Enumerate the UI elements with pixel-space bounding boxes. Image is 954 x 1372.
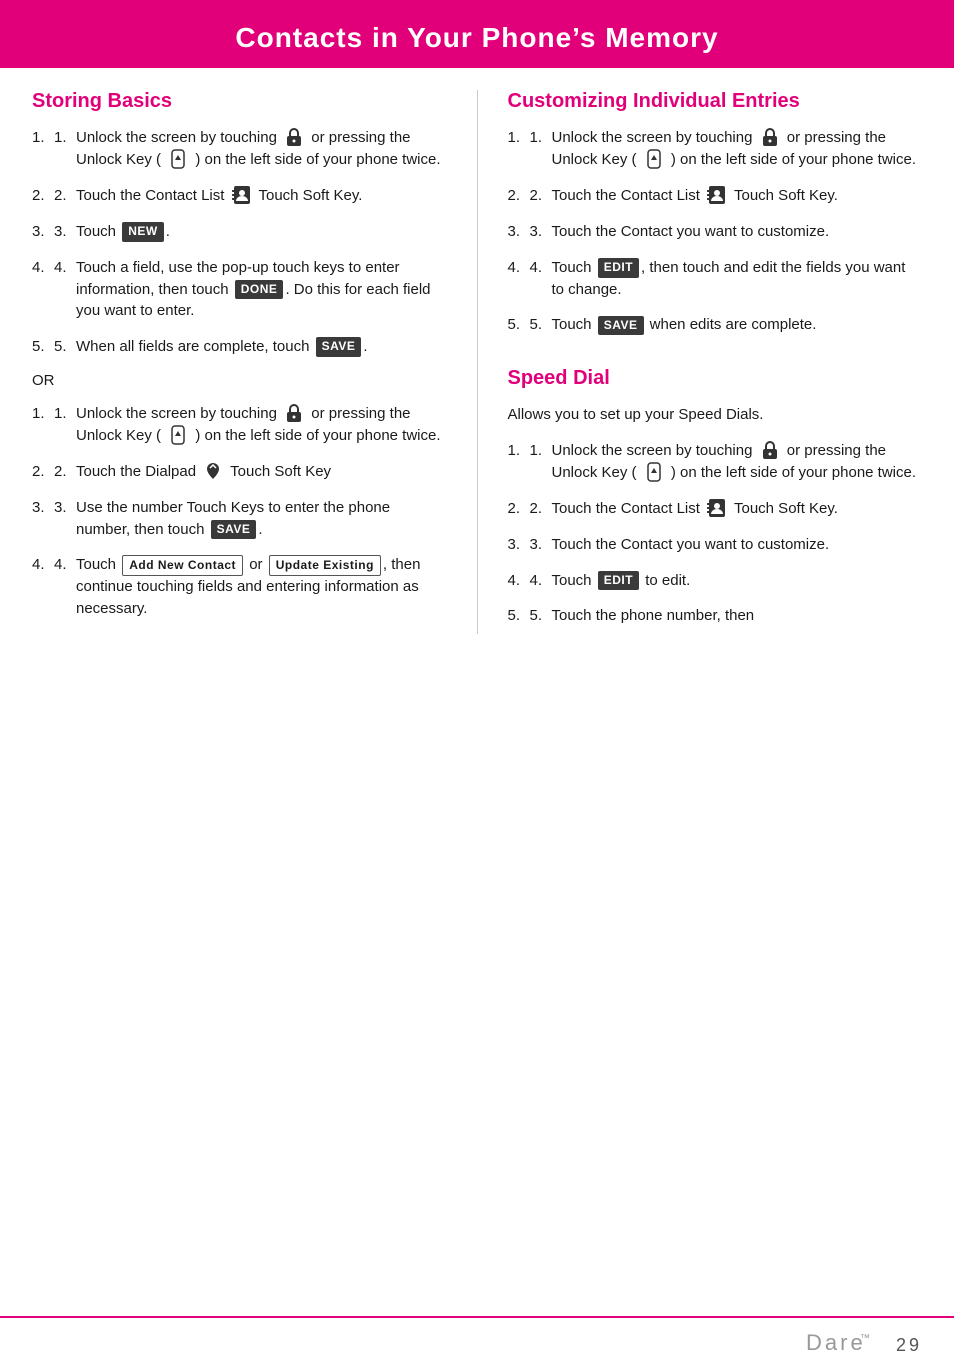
page-number: 29 [896, 1335, 922, 1356]
or-divider: OR [32, 372, 447, 389]
list-item: 5. When all fields are complete, touch S… [32, 336, 447, 358]
list-item: 3. Touch the Contact you want to customi… [508, 534, 923, 556]
list-item: 3. Use the number Touch Keys to enter th… [32, 497, 447, 541]
logo-text: Dare ™ [806, 1328, 876, 1362]
lock-icon [759, 126, 781, 148]
list-item: 2. Touch the Dialpad Touch Soft Key [32, 461, 447, 483]
customizing-list: 1. Unlock the screen by touching or pres… [508, 127, 923, 336]
page-footer: Dare ™ 29 [0, 1316, 954, 1372]
list-item: 2. Touch the Contact List Touch Soft Key… [508, 185, 923, 207]
dialpad-icon [202, 460, 224, 482]
list-item: 4. Touch a field, use the pop-up touch k… [32, 257, 447, 322]
page-header: Contacts in Your Phone’s Memory [0, 4, 954, 68]
storing-basics-title: Storing Basics [32, 90, 447, 113]
contact-list-icon [706, 497, 728, 519]
unlock-key-icon [167, 424, 189, 446]
edit-button-label: EDIT [598, 258, 639, 277]
update-existing-label: Update Existing [269, 555, 381, 576]
list-item: 5. Touch SAVE when edits are complete. [508, 314, 923, 336]
list-item: 1. Unlock the screen by touching or pres… [508, 127, 923, 171]
storing-basics-alt-list: 1. Unlock the screen by touching or pres… [32, 403, 447, 620]
list-item: 1. Unlock the screen by touching or pres… [508, 440, 923, 484]
list-item: 4. Touch Add New Contact or Update Exist… [32, 554, 447, 619]
lock-icon [759, 439, 781, 461]
new-button-label: NEW [122, 222, 164, 241]
save-button-label: SAVE [598, 316, 644, 335]
speed-dial-list: 1. Unlock the screen by touching or pres… [508, 440, 923, 627]
content-area: Storing Basics 1. Unlock the screen by t… [0, 68, 954, 681]
edit-button-label: EDIT [598, 571, 639, 590]
save-button-label: SAVE [316, 337, 362, 356]
list-item: 1. Unlock the screen by touching or pres… [32, 127, 447, 171]
contact-list-icon [231, 184, 253, 206]
unlock-key-icon [643, 461, 665, 483]
storing-basics-list: 1. Unlock the screen by touching or pres… [32, 127, 447, 358]
list-item: 2. Touch the Contact List Touch Soft Key… [508, 498, 923, 520]
right-column: Customizing Individual Entries 1. Unlock… [478, 90, 923, 641]
list-item: 5. Touch the phone number, then [508, 605, 923, 627]
left-column: Storing Basics 1. Unlock the screen by t… [32, 90, 478, 634]
contact-list-icon [706, 184, 728, 206]
save-button-label: SAVE [211, 520, 257, 539]
page-title: Contacts in Your Phone’s Memory [40, 22, 914, 54]
add-new-contact-label: Add New Contact [122, 555, 243, 576]
list-item: 1. Unlock the screen by touching or pres… [32, 403, 447, 447]
speed-dial-intro: Allows you to set up your Speed Dials. [508, 404, 923, 426]
lock-icon [283, 402, 305, 424]
list-item: 3. Touch NEW. [32, 221, 447, 243]
svg-text:™: ™ [860, 1333, 874, 1344]
dare-logo: Dare ™ 29 [806, 1328, 922, 1362]
unlock-key-icon [643, 148, 665, 170]
lock-icon [283, 126, 305, 148]
svg-text:Dare: Dare [806, 1330, 866, 1355]
dare-logo-svg: Dare ™ [806, 1328, 876, 1356]
list-item: 4. Touch EDIT, then touch and edit the f… [508, 257, 923, 301]
unlock-key-icon [167, 148, 189, 170]
list-item: 3. Touch the Contact you want to customi… [508, 221, 923, 243]
speed-dial-title: Speed Dial [508, 367, 923, 390]
customizing-title: Customizing Individual Entries [508, 90, 923, 113]
done-button-label: DONE [235, 280, 284, 299]
list-item: 4. Touch EDIT to edit. [508, 570, 923, 592]
list-item: 2. Touch the Contact List Touch Soft Key… [32, 185, 447, 207]
